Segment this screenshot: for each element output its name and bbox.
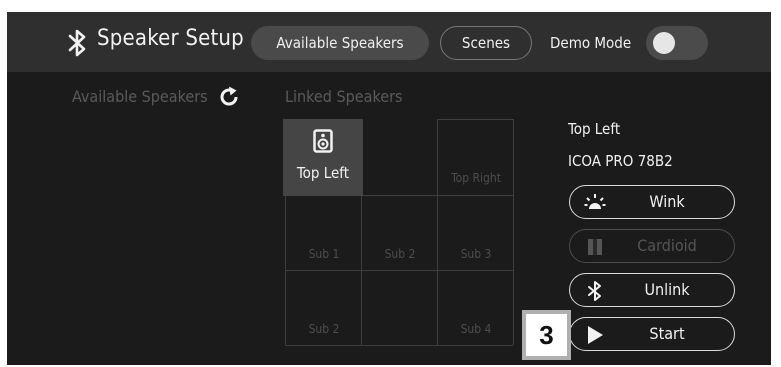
- selected-speaker-name: Top Left: [568, 120, 621, 138]
- wink-label: Wink: [649, 192, 685, 211]
- grid-line: [437, 119, 513, 120]
- tab-available-speakers[interactable]: Available Speakers: [251, 26, 429, 60]
- start-label: Start: [649, 324, 685, 343]
- grid-line: [285, 270, 513, 271]
- slot-sub-4[interactable]: Sub 4: [438, 322, 514, 336]
- wink-button[interactable]: Wink: [569, 185, 735, 219]
- demo-mode-label: Demo Mode: [550, 34, 632, 52]
- step-number-badge: 3: [522, 310, 571, 360]
- toggle-knob: [653, 32, 675, 54]
- top-bar: Speaker Setup Available Speakers Scenes …: [7, 12, 771, 72]
- unlink-label: Unlink: [644, 280, 690, 299]
- slot-sub-1[interactable]: Sub 1: [286, 247, 362, 261]
- speaker-tile-top-left[interactable]: Top Left: [283, 119, 363, 196]
- start-button[interactable]: Start: [569, 317, 735, 351]
- slot-sub-3[interactable]: Sub 3: [438, 247, 514, 261]
- bluetooth-icon: [588, 281, 601, 301]
- cardioid-icon: [588, 239, 602, 255]
- speaker-setup-app: Speaker Setup Available Speakers Scenes …: [7, 12, 771, 365]
- play-icon: [588, 326, 603, 344]
- grid-line: [285, 345, 513, 346]
- cardioid-label: Cardioid: [637, 236, 697, 255]
- unlink-button[interactable]: Unlink: [569, 273, 735, 307]
- slot-top-right[interactable]: Top Right: [438, 171, 514, 185]
- app-title: Speaker Setup: [97, 26, 244, 51]
- linked-speakers-label: Linked Speakers: [285, 87, 403, 106]
- refresh-icon[interactable]: [217, 85, 241, 109]
- selected-speaker-model: ICOA PRO 78B2: [568, 152, 673, 170]
- available-speakers-label: Available Speakers: [72, 87, 208, 106]
- cardioid-button[interactable]: Cardioid: [569, 229, 735, 263]
- wink-light-icon: [584, 194, 606, 209]
- tab-scenes[interactable]: Scenes: [440, 26, 532, 60]
- bluetooth-logo-icon: [68, 29, 86, 57]
- speaker-tile-label: Top Left: [296, 164, 350, 182]
- speaker-icon: [313, 129, 333, 153]
- grid-line: [437, 119, 438, 345]
- grid-line: [513, 119, 514, 345]
- slot-sub-2[interactable]: Sub 2: [362, 247, 438, 261]
- demo-mode-toggle[interactable]: [646, 26, 708, 60]
- slot-sub-2-bottom[interactable]: Sub 2: [286, 322, 362, 336]
